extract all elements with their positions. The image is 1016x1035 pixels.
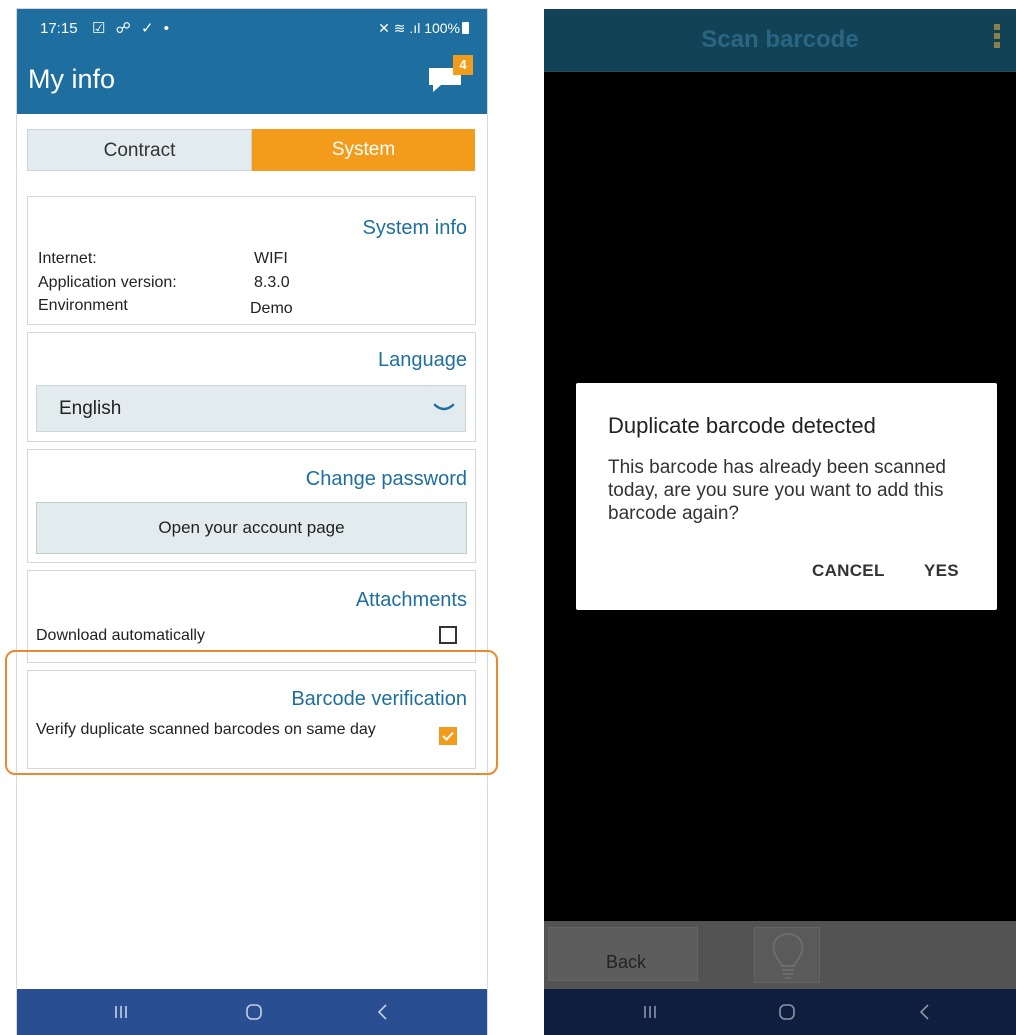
attachments-card: Attachments Download automatically [27,570,476,663]
system-status-icons: ✕ ≋ .ıl 100% [378,20,469,37]
back-button[interactable]: Back [548,927,698,981]
barcode-verification-card: Barcode verification Verify duplicate sc… [27,670,476,769]
tab-bar: Contract System [27,129,475,171]
barcode-verification-title: Barcode verification [291,688,467,710]
scanner-controls: Back [544,921,1016,989]
open-account-page-button[interactable]: Open your account page [36,502,467,554]
battery-icon [462,22,469,34]
tab-system[interactable]: System [252,129,475,171]
back-nav-icon[interactable] [353,989,413,1035]
cancel-button[interactable]: CANCEL [812,561,885,581]
lightbulb-icon [772,932,804,979]
scan-header: Scan barcode [544,9,1016,72]
scan-title: Scan barcode [701,26,859,53]
status-time: 17:15 [40,20,78,37]
recent-apps-icon[interactable] [91,989,151,1035]
internet-label: Internet: [38,250,97,267]
notification-icons: ☑ ☍ ✓ • [92,20,172,37]
android-nav-bar [17,989,487,1035]
system-info-card: System info Internet: WIFI Application v… [27,196,476,325]
unread-messages-badge: 4 [453,55,473,75]
language-select[interactable]: English [36,385,466,432]
duplicate-barcode-dialog: Duplicate barcode detected This barcode … [576,383,997,610]
environment-value: Demo [250,300,293,317]
more-options-icon[interactable] [994,24,1000,51]
environment-label: Environment [38,297,128,314]
home-icon[interactable] [224,989,284,1035]
dialog-title: Duplicate barcode detected [608,413,876,438]
my-info-screen: 17:15 ☑ ☍ ✓ • ✕ ≋ .ıl 100% My info 4 Con… [17,9,487,1035]
app-bar: My info 4 [17,49,487,114]
app-version-label: Application version: [38,274,177,291]
back-nav-icon[interactable] [895,989,955,1035]
home-icon[interactable] [757,989,817,1035]
dialog-message: This barcode has already been scanned to… [608,457,947,524]
back-button-label: Back [606,952,647,972]
flashlight-button[interactable] [754,927,820,983]
language-card: Language English [27,332,476,442]
connectivity-battery-text: ✕ ≋ .ıl 100% [378,20,460,36]
change-password-card: Change password Open your account page [27,449,476,563]
chevron-down-icon [433,403,455,411]
recent-apps-icon[interactable] [620,989,680,1035]
scan-barcode-screen: Scan barcode Back Duplicate barcode dete… [544,9,1016,1035]
download-automatically-label: Download automatically [36,627,205,644]
tab-contract[interactable]: Contract [27,129,252,171]
checkmark-icon [442,731,454,741]
app-version-value: 8.3.0 [254,274,290,291]
change-password-title: Change password [305,468,467,490]
verify-duplicates-label: Verify duplicate scanned barcodes on sam… [36,721,376,738]
system-info-title: System info [362,217,467,239]
download-automatically-checkbox[interactable] [439,626,457,644]
internet-value: WIFI [254,250,288,267]
status-bar: 17:15 ☑ ☍ ✓ • ✕ ≋ .ıl 100% [17,9,487,49]
yes-button[interactable]: YES [924,561,959,581]
android-nav-bar-dimmed [544,989,1016,1035]
language-selected-value: English [59,398,122,419]
attachments-title: Attachments [355,589,467,611]
verify-duplicates-checkbox[interactable] [439,727,457,745]
page-title: My info [28,64,116,94]
language-title: Language [378,349,467,371]
